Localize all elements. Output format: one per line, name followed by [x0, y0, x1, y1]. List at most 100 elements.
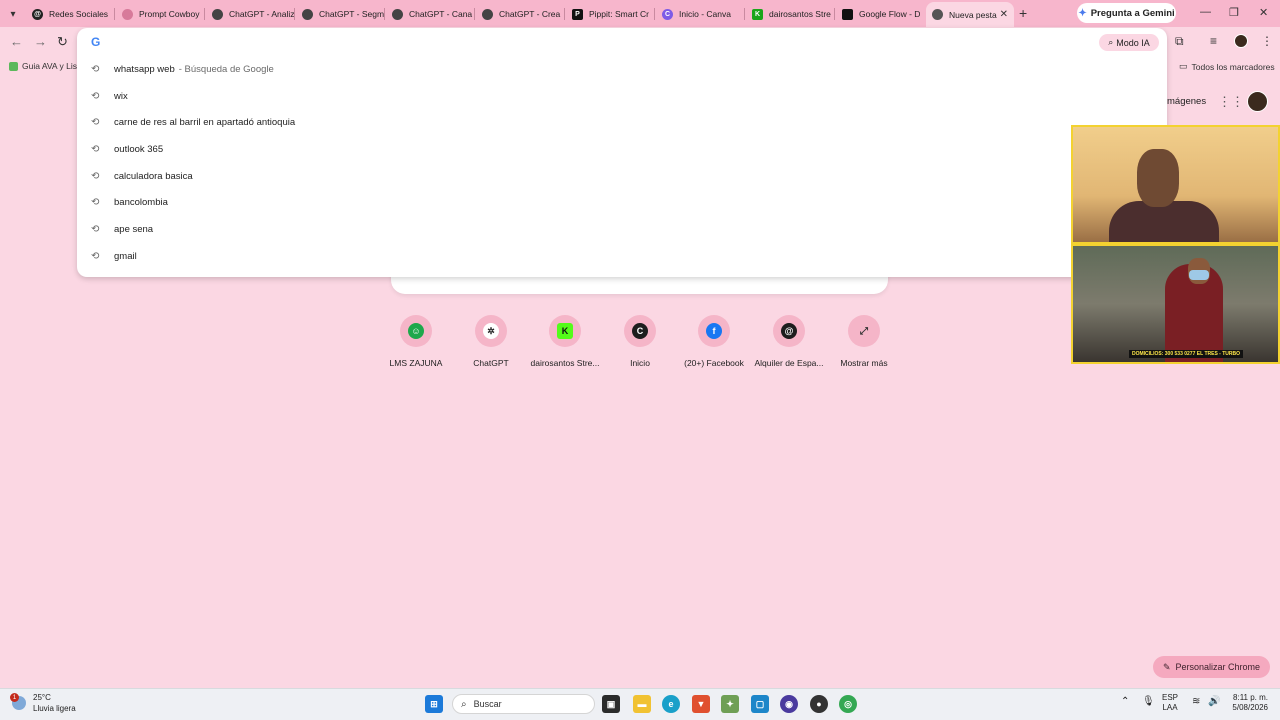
tab-search-chevron-icon[interactable]: ▾ [4, 5, 22, 23]
all-bookmarks[interactable]: ▭ Todos los marcadores [1179, 61, 1275, 72]
history-icon: ⟲ [91, 90, 100, 102]
shortcut-dairosantos[interactable]: K dairosantos Stre... [525, 315, 605, 368]
shortcut-label: Mostrar más [840, 358, 888, 368]
restore-icon[interactable]: ❐ [1229, 6, 1239, 19]
facebook-icon: f [706, 323, 722, 339]
bookmark-guia-ava[interactable]: Guia AVA y Lista [9, 61, 84, 71]
tab-chatgpt-crea[interactable]: ChatGPT - Crea [476, 3, 565, 25]
clock[interactable]: 8:11 p. m. 5/08/2026 [1225, 693, 1268, 713]
history-icon: ⟲ [91, 116, 100, 128]
shortcut-mostrar-mas[interactable]: ⤢ Mostrar más [824, 315, 904, 368]
reload-icon[interactable]: ↻ [57, 34, 68, 50]
edge-icon[interactable]: e [662, 695, 680, 713]
tab-prompt-cowboy[interactable]: Prompt Cowboy [116, 3, 205, 25]
shortcut-chatgpt[interactable]: ✲ ChatGPT [451, 315, 531, 368]
gemini-sparkle-icon: ✦ [1078, 7, 1087, 19]
webcam-feed-top [1073, 127, 1278, 242]
lang-line-1: ESP [1162, 693, 1179, 702]
tab-google-flow[interactable]: Google Flow - D [836, 3, 925, 25]
suggestion-item[interactable]: ⟲ wix [77, 83, 1167, 109]
language-indicator[interactable]: ESP LAA [1162, 693, 1178, 713]
task-view-icon[interactable]: ▣ [602, 695, 620, 713]
weather-widget[interactable]: 1 25°C Lluvia ligera [10, 692, 76, 714]
history-icon: ⟲ [91, 63, 100, 75]
modo-ia-label: Modo IA [1116, 37, 1150, 48]
personalize-chrome-button[interactable]: ✎ Personalizar Chrome [1153, 656, 1270, 678]
profile-avatar[interactable] [1234, 34, 1248, 48]
minimize-icon[interactable]: — [1200, 6, 1211, 18]
history-icon: ⟲ [91, 143, 100, 155]
tab-label: Google Flow - D [859, 9, 921, 19]
chrome-taskbar-icon[interactable]: ◎ [839, 695, 857, 713]
notification-badge: 1 [10, 693, 19, 702]
chrome-icon [932, 9, 943, 20]
recorder-icon[interactable]: ● [810, 695, 828, 713]
lms-zajuna-icon: ☺ [408, 323, 424, 339]
canva-icon: C [662, 8, 673, 20]
brave-icon[interactable]: ▼ [692, 695, 710, 713]
pippit-icon: P [572, 8, 583, 20]
media-controls-icon[interactable]: ≡ [1210, 34, 1217, 48]
chatgpt-icon [482, 8, 493, 20]
tab-label: ChatGPT - Segm [319, 9, 385, 19]
close-window-icon[interactable]: ✕ [1259, 6, 1268, 19]
file-explorer-icon[interactable]: ▬ [633, 695, 651, 713]
back-icon[interactable]: ← [10, 34, 23, 49]
history-icon: ⟲ [91, 170, 100, 182]
shortcut-facebook[interactable]: f (20+) Facebook [674, 315, 754, 368]
menu-kebab-icon[interactable]: ⋮ [1261, 34, 1273, 48]
weather-desc: Lluvia ligera [33, 704, 76, 713]
tab-chatgpt-analiz[interactable]: ChatGPT - Analiz [206, 3, 295, 25]
new-tab-icon[interactable]: + [1019, 5, 1027, 21]
lang-line-2: LAA [1162, 703, 1178, 712]
shortcut-lms-zajuna[interactable]: ☺ LMS ZAJUNA [376, 315, 456, 368]
shortcut-tile: C [624, 315, 656, 347]
screen-app-icon[interactable]: ▢ [751, 695, 769, 713]
tab-label: Prompt Cowboy [139, 9, 200, 19]
shortcut-inicio[interactable]: C Inicio [600, 315, 680, 368]
tab-nueva-pestana[interactable]: Nueva pesta ✕ [926, 2, 1014, 27]
account-avatar[interactable] [1247, 91, 1268, 112]
tab-pippit[interactable]: P Pippit: Smart Cr [566, 3, 655, 25]
forward-icon[interactable]: → [34, 34, 47, 49]
modo-ia-button[interactable]: ⌕ Modo IA [1099, 34, 1159, 51]
tab-inicio-canva[interactable]: C Inicio - Canva [656, 3, 745, 25]
chatgpt-icon [302, 8, 313, 20]
windows-start-icon[interactable]: ⊞ [425, 695, 443, 713]
suggestion-text: bancolombia [114, 196, 168, 208]
tab-redes-sociales[interactable]: @ Redes Sociales [26, 3, 115, 25]
tab-label: ChatGPT - Cana [409, 9, 473, 19]
webcam-feed-bottom: DOMICILIOS: 300 533 0277 EL TRES - TURBO [1073, 246, 1278, 362]
suggestion-item[interactable]: ⟲ gmail [77, 243, 1167, 269]
shortcut-tile: @ [773, 315, 805, 347]
app-icon[interactable]: ✦ [721, 695, 739, 713]
suggestion-item[interactable]: ⟲ whatsapp web - Búsqueda de Google [77, 56, 1167, 82]
volume-icon[interactable]: 🔊 [1208, 697, 1220, 707]
taskbar-search[interactable]: ⌕ Buscar [452, 694, 595, 714]
suggestion-item[interactable]: ⟲ outlook 365 [77, 136, 1167, 162]
ask-gemini-button[interactable]: ✦ Pregunta a Gemini [1077, 3, 1176, 23]
microphone-icon[interactable]: 🎙 [1142, 697, 1155, 707]
images-link[interactable]: mágenes [1167, 96, 1206, 107]
weather-rain-icon: 1 [10, 693, 26, 710]
wifi-icon[interactable]: ≋ [1192, 697, 1200, 707]
shortcut-alquiler[interactable]: @ Alquiler de Espa... [749, 315, 829, 368]
tab-chatgpt-segm[interactable]: ChatGPT - Segm [296, 3, 385, 25]
suggestion-item[interactable]: ⟲ calculadora basica [77, 163, 1167, 189]
obs-icon[interactable]: ◉ [780, 695, 798, 713]
suggestion-item[interactable]: ⟲ bancolombia [77, 189, 1167, 215]
close-tab-icon[interactable]: ✕ [1000, 9, 1008, 20]
chatgpt-icon [392, 8, 403, 20]
canva-icon: C [632, 323, 648, 339]
tray-chevron-icon[interactable]: ⌃ [1121, 697, 1129, 707]
expand-icon: ⤢ [856, 323, 872, 339]
chatgpt-icon [212, 8, 223, 20]
tab-chatgpt-cana[interactable]: ChatGPT - Cana [386, 3, 475, 25]
extensions-icon[interactable]: ⧉ [1175, 34, 1184, 49]
chatgpt-icon: ✲ [483, 323, 499, 339]
all-bookmarks-label: Todos los marcadores [1191, 61, 1275, 72]
tab-dairosantos[interactable]: K dairosantos Stre [746, 3, 835, 25]
suggestion-item[interactable]: ⟲ carne de res al barril en apartadó ant… [77, 109, 1167, 135]
history-icon: ⟲ [91, 223, 100, 235]
suggestion-item[interactable]: ⟲ ape sena [77, 216, 1167, 242]
